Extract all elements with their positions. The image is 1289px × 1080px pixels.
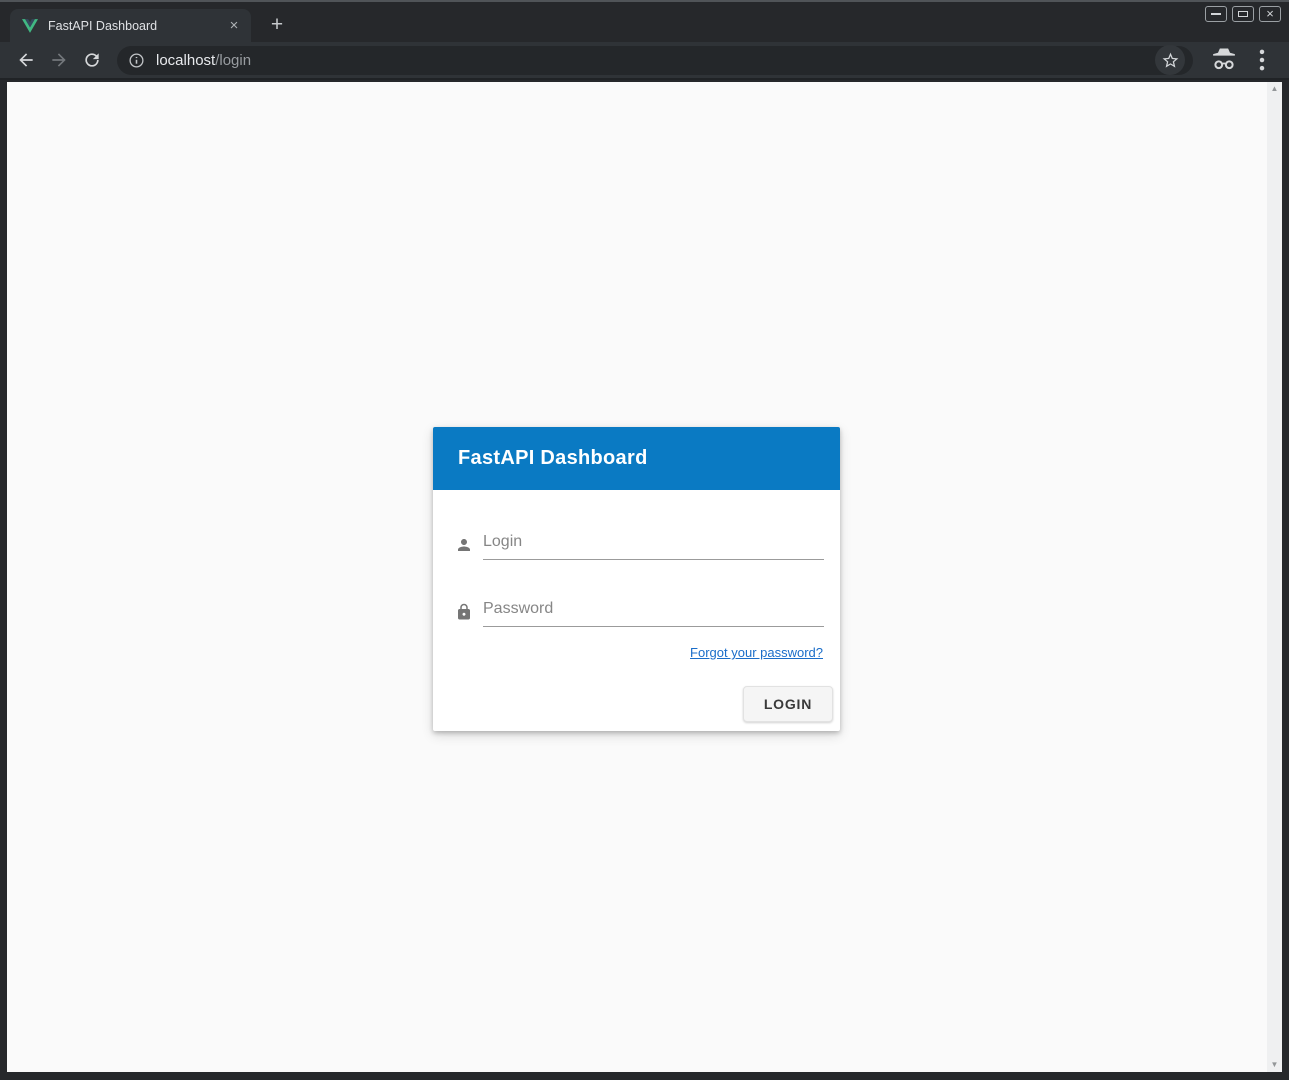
tab-strip: FastAPI Dashboard × + × xyxy=(0,2,1289,42)
browser-menu-button[interactable] xyxy=(1247,45,1277,75)
scroll-down-icon[interactable]: ▼ xyxy=(1267,1058,1282,1072)
reload-button[interactable] xyxy=(78,46,106,74)
kebab-menu-icon xyxy=(1247,45,1277,75)
back-arrow-icon xyxy=(16,50,36,70)
reload-icon xyxy=(82,50,102,70)
lock-icon xyxy=(455,603,473,621)
minimize-button[interactable] xyxy=(1205,6,1227,22)
browser-window: FastAPI Dashboard × + × localhost/login xyxy=(0,0,1289,1080)
login-card: FastAPI Dashboard Forgot your password? xyxy=(433,427,840,731)
bookmark-button[interactable] xyxy=(1155,45,1185,75)
maximize-button[interactable] xyxy=(1232,6,1254,22)
url-host: localhost xyxy=(156,52,215,69)
site-info-icon[interactable] xyxy=(128,52,145,69)
login-button[interactable]: LOGIN xyxy=(743,686,833,722)
login-card-body: Forgot your password? LOGIN xyxy=(433,490,840,731)
forgot-password-link[interactable]: Forgot your password? xyxy=(690,645,823,660)
url-text: localhost/login xyxy=(156,52,251,69)
tab-fastapi-dashboard[interactable]: FastAPI Dashboard × xyxy=(10,9,251,42)
tab-title: FastAPI Dashboard xyxy=(48,19,225,33)
forward-arrow-icon xyxy=(49,50,69,70)
forward-button[interactable] xyxy=(45,46,73,74)
address-bar[interactable]: localhost/login xyxy=(117,46,1193,75)
vue-logo-icon xyxy=(22,18,38,34)
person-icon xyxy=(455,536,473,554)
incognito-indicator xyxy=(1209,45,1239,75)
password-field-row xyxy=(455,596,824,627)
login-card-title: FastAPI Dashboard xyxy=(458,447,648,470)
window-controls: × xyxy=(1205,6,1281,22)
close-button[interactable]: × xyxy=(1259,6,1281,22)
new-tab-button[interactable]: + xyxy=(263,11,291,39)
maximize-icon xyxy=(1238,11,1248,17)
login-input[interactable] xyxy=(483,529,824,560)
star-icon xyxy=(1161,51,1180,70)
password-input[interactable] xyxy=(483,596,824,627)
scroll-up-icon[interactable]: ▲ xyxy=(1267,82,1282,96)
close-icon: × xyxy=(1260,7,1280,20)
incognito-icon xyxy=(1209,45,1239,75)
login-card-header: FastAPI Dashboard xyxy=(433,427,840,490)
back-button[interactable] xyxy=(12,46,40,74)
page-scrollbar[interactable]: ▲ ▼ xyxy=(1267,82,1282,1072)
tab-close-icon[interactable]: × xyxy=(225,17,243,35)
login-field-row xyxy=(455,529,824,560)
page-content: FastAPI Dashboard Forgot your password? xyxy=(7,82,1282,1072)
minimize-icon xyxy=(1211,13,1221,15)
url-path: /login xyxy=(215,52,251,69)
browser-toolbar: localhost/login xyxy=(0,42,1289,80)
